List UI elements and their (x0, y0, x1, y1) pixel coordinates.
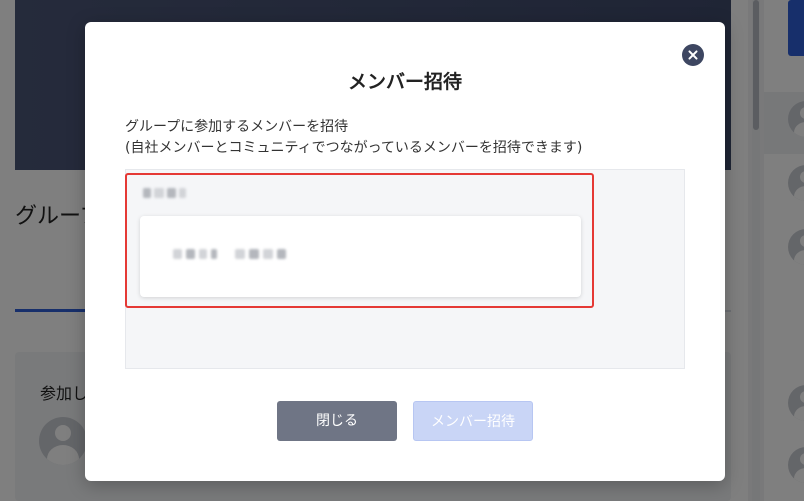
close-icon[interactable] (682, 44, 704, 66)
description-line-2: (自社メンバーとコミュニティでつながっているメンバーを招待できます) (125, 140, 583, 156)
invite-member-modal: メンバー招待 グループに参加するメンバーを招待 (自社メンバーとコミュニティでつ… (85, 22, 725, 481)
invite-members-button[interactable]: メンバー招待 (413, 401, 533, 441)
modal-description: グループに参加するメンバーを招待 (自社メンバーとコミュニティでつながっているメ… (125, 117, 695, 159)
member-name (173, 247, 286, 261)
invite-member-item[interactable] (140, 216, 581, 297)
description-line-1: グループに参加するメンバーを招待 (125, 119, 349, 135)
modal-title: メンバー招待 (347, 71, 462, 93)
invite-section-label (143, 186, 186, 200)
close-button[interactable]: 閉じる (277, 401, 397, 441)
